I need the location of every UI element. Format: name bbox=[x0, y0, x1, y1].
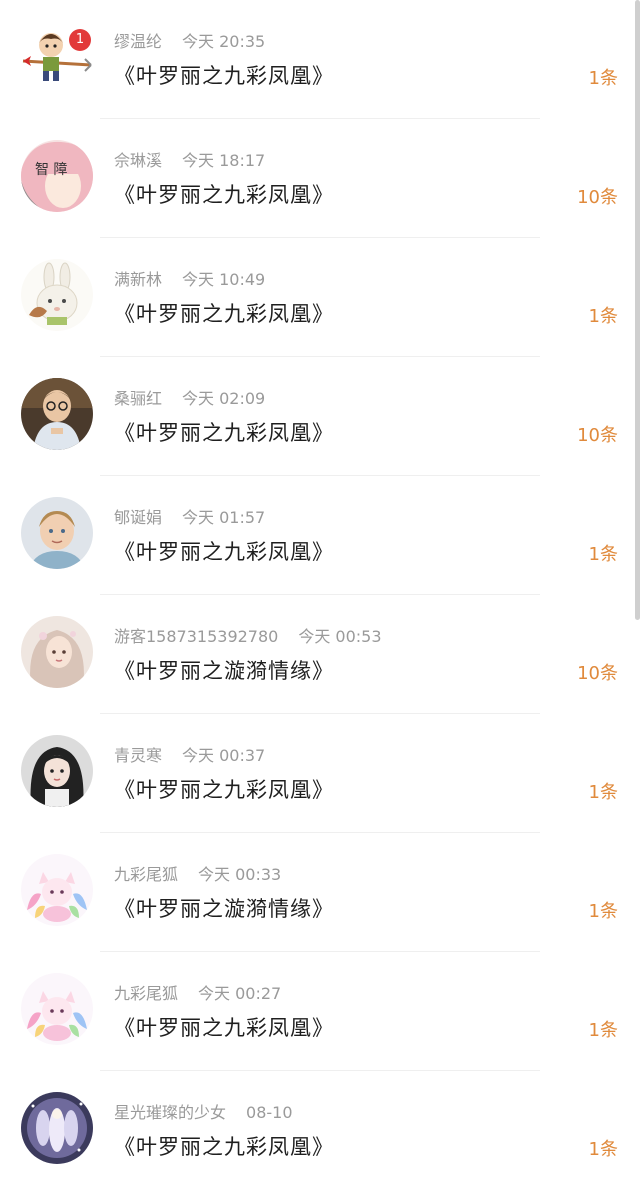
timestamp: 08-10 bbox=[246, 1103, 293, 1122]
book-title: 《叶罗丽之九彩凤凰》 bbox=[114, 540, 334, 564]
message-meta: 郇诞娟 今天 01:57 bbox=[114, 504, 265, 528]
timestamp: 今天 20:35 bbox=[182, 32, 266, 51]
avatar[interactable] bbox=[21, 735, 93, 807]
list-item[interactable]: 青灵寒 今天 00:37 《叶罗丽之九彩凤凰》 1条 bbox=[0, 714, 640, 833]
avatar[interactable] bbox=[21, 616, 93, 688]
avatar[interactable] bbox=[21, 497, 93, 569]
timestamp: 今天 01:57 bbox=[182, 508, 266, 527]
timestamp: 今天 02:09 bbox=[182, 389, 266, 408]
book-title: 《叶罗丽之九彩凤凰》 bbox=[114, 302, 334, 326]
book-title: 《叶罗丽之九彩凤凰》 bbox=[114, 778, 334, 802]
message-count: 1条 bbox=[588, 1020, 618, 1041]
sender-name: 青灵寒 bbox=[114, 746, 163, 765]
sender-name: 游客1587315392780 bbox=[114, 627, 279, 646]
book-title: 《叶罗丽之漩漪情缘》 bbox=[114, 897, 334, 921]
message-count: 10条 bbox=[577, 187, 618, 208]
message-meta: 游客1587315392780 今天 00:53 bbox=[114, 623, 382, 647]
message-list: 1 缪温纶 今天 20:35 《叶罗丽之九彩凤凰》 1条 智 障 佘琳溪 今天 18… bbox=[0, 0, 640, 1192]
list-item[interactable]: 九彩尾狐 今天 00:33 《叶罗丽之漩漪情缘》 1条 bbox=[0, 833, 640, 952]
fantasy-girl-avatar-icon bbox=[21, 616, 93, 688]
book-title: 《叶罗丽之九彩凤凰》 bbox=[114, 183, 334, 207]
timestamp: 今天 00:27 bbox=[198, 984, 282, 1003]
message-meta: 九彩尾狐 今天 00:27 bbox=[114, 980, 281, 1004]
message-count: 1条 bbox=[588, 782, 618, 803]
scrollbar[interactable] bbox=[635, 0, 640, 620]
unread-badge: 1 bbox=[69, 29, 91, 51]
sender-name: 郇诞娟 bbox=[114, 508, 163, 527]
avatar[interactable] bbox=[21, 378, 93, 450]
sender-name: 缪温纶 bbox=[114, 32, 163, 51]
rabbit-avatar-icon bbox=[21, 259, 93, 331]
list-item[interactable]: 1 缪温纶 今天 20:35 《叶罗丽之九彩凤凰》 1条 bbox=[0, 0, 640, 119]
message-meta: 九彩尾狐 今天 00:33 bbox=[114, 861, 281, 885]
list-item[interactable]: 九彩尾狐 今天 00:27 《叶罗丽之九彩凤凰》 1条 bbox=[0, 952, 640, 1071]
sender-name: 佘琳溪 bbox=[114, 151, 163, 170]
message-meta: 佘琳溪 今天 18:17 bbox=[114, 147, 265, 171]
timestamp: 今天 00:33 bbox=[198, 865, 282, 884]
sender-name: 桑骊红 bbox=[114, 389, 163, 408]
message-meta: 桑骊红 今天 02:09 bbox=[114, 385, 265, 409]
starlight-girl-avatar-icon bbox=[21, 1092, 93, 1164]
timestamp: 今天 10:49 bbox=[182, 270, 266, 289]
timestamp: 今天 00:37 bbox=[182, 746, 266, 765]
message-meta: 青灵寒 今天 00:37 bbox=[114, 742, 265, 766]
list-item[interactable]: 智 障 佘琳溪 今天 18:17 《叶罗丽之九彩凤凰》 10条 bbox=[0, 119, 640, 238]
timestamp: 今天 18:17 bbox=[182, 151, 266, 170]
dark-hair-girl-avatar-icon bbox=[21, 735, 93, 807]
list-item[interactable]: 郇诞娟 今天 01:57 《叶罗丽之九彩凤凰》 1条 bbox=[0, 476, 640, 595]
avatar[interactable] bbox=[21, 973, 93, 1045]
message-count: 1条 bbox=[588, 901, 618, 922]
book-title: 《叶罗丽之九彩凤凰》 bbox=[114, 1016, 334, 1040]
message-count: 1条 bbox=[588, 544, 618, 565]
avatar[interactable] bbox=[21, 259, 93, 331]
message-meta: 缪温纶 今天 20:35 bbox=[114, 28, 265, 52]
message-meta: 满新林 今天 10:49 bbox=[114, 266, 265, 290]
timestamp: 今天 00:53 bbox=[298, 627, 382, 646]
sender-name: 满新林 bbox=[114, 270, 163, 289]
message-count: 10条 bbox=[577, 425, 618, 446]
book-title: 《叶罗丽之漩漪情缘》 bbox=[114, 659, 334, 683]
sender-name: 九彩尾狐 bbox=[114, 984, 179, 1003]
rainbow-fox-avatar-icon bbox=[21, 854, 93, 926]
avatar[interactable] bbox=[21, 854, 93, 926]
sender-name: 星光璀璨的少女 bbox=[114, 1103, 227, 1122]
blond-boy-avatar-icon bbox=[21, 497, 93, 569]
message-count: 1条 bbox=[588, 306, 618, 327]
list-item[interactable]: 桑骊红 今天 02:09 《叶罗丽之九彩凤凰》 10条 bbox=[0, 357, 640, 476]
svg-text:智 障: 智 障 bbox=[35, 162, 67, 178]
message-count: 1条 bbox=[588, 68, 618, 89]
avatar[interactable]: 智 障 bbox=[21, 140, 93, 212]
sender-name: 九彩尾狐 bbox=[114, 865, 179, 884]
message-meta: 星光璀璨的少女 08-10 bbox=[114, 1099, 293, 1123]
book-title: 《叶罗丽之九彩凤凰》 bbox=[114, 1135, 334, 1159]
avatar[interactable] bbox=[21, 1092, 93, 1164]
pink-hair-avatar-icon: 智 障 bbox=[21, 140, 93, 212]
book-title: 《叶罗丽之九彩凤凰》 bbox=[114, 64, 334, 88]
list-item[interactable]: 星光璀璨的少女 08-10 《叶罗丽之九彩凤凰》 1条 bbox=[0, 1071, 640, 1190]
book-title: 《叶罗丽之九彩凤凰》 bbox=[114, 421, 334, 445]
message-count: 10条 bbox=[577, 663, 618, 684]
boy-glasses-avatar-icon bbox=[21, 378, 93, 450]
list-item[interactable]: 游客1587315392780 今天 00:53 《叶罗丽之漩漪情缘》 10条 bbox=[0, 595, 640, 714]
rainbow-fox-avatar-icon bbox=[21, 973, 93, 1045]
list-item[interactable]: 满新林 今天 10:49 《叶罗丽之九彩凤凰》 1条 bbox=[0, 238, 640, 357]
message-count: 1条 bbox=[588, 1139, 618, 1160]
